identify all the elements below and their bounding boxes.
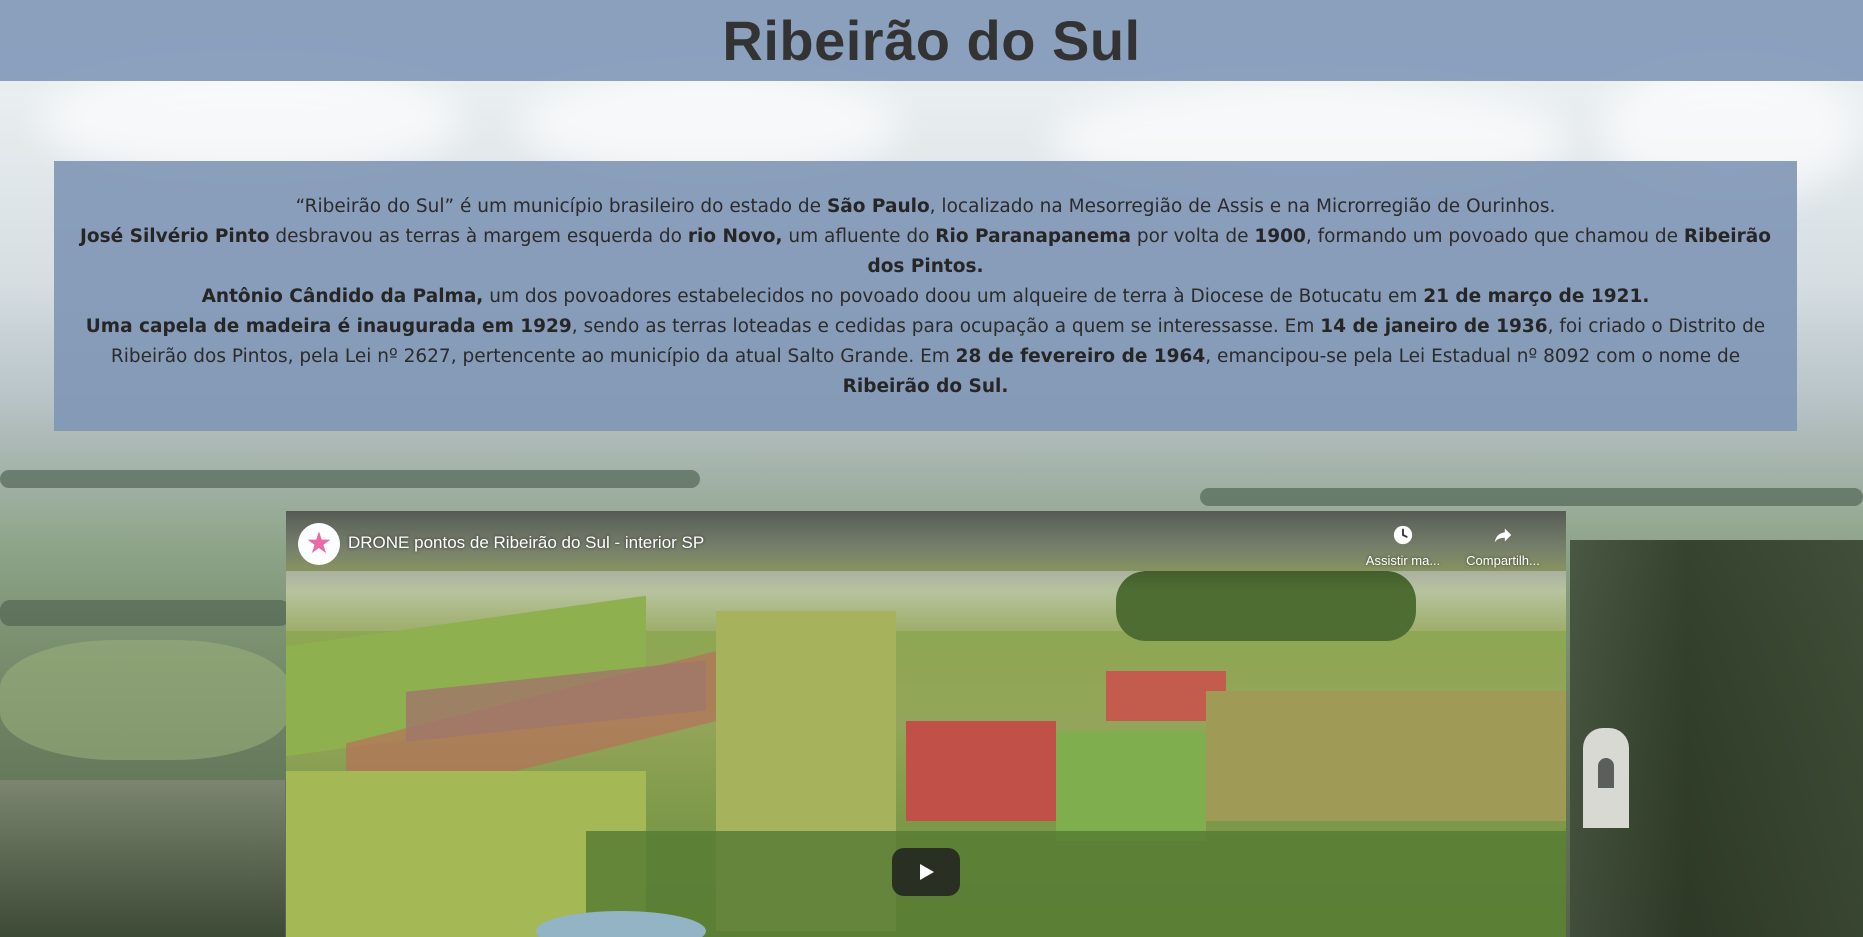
history-text: , localizado na Mesorregião de Assis e n… bbox=[929, 196, 1556, 217]
play-icon bbox=[920, 864, 934, 880]
history-text: , formando um povoado que chamou de bbox=[1305, 226, 1684, 247]
history-emphasis: Rio Paranapanema bbox=[935, 226, 1132, 247]
history-text: , sendo as terras loteadas e cedidas par… bbox=[571, 316, 1321, 337]
history-emphasis: 21 de março de 1921. bbox=[1423, 286, 1650, 307]
history-emphasis: Antônio Cândido da Palma, bbox=[201, 286, 484, 307]
pink-star-icon[interactable]: ★ bbox=[298, 523, 340, 565]
watch-later-label: Assistir ma... bbox=[1365, 553, 1441, 568]
watch-later-button[interactable]: Assistir ma... bbox=[1358, 523, 1448, 568]
history-emphasis: 1900 bbox=[1254, 226, 1306, 247]
share-arrow-icon bbox=[1491, 523, 1515, 547]
history-text: por volta de bbox=[1131, 226, 1255, 247]
history-text: , emancipou-se pela Lei Estadual nº 8092… bbox=[1205, 346, 1741, 367]
history-emphasis: rio Novo, bbox=[687, 226, 783, 247]
page-title: Ribeirão do Sul bbox=[722, 9, 1141, 72]
clock-icon bbox=[1391, 523, 1415, 547]
share-button[interactable]: Compartilh... bbox=[1458, 523, 1548, 568]
video-title[interactable]: DRONE pontos de Ribeirão do Sul - interi… bbox=[348, 533, 704, 553]
history-text: um dos povoadores estabelecidos no povoa… bbox=[483, 286, 1424, 307]
history-text: “Ribeirão do Sul” é um município brasile… bbox=[295, 196, 827, 217]
history-emphasis: Uma capela de madeira é inaugurada em 19… bbox=[85, 316, 572, 337]
share-label: Compartilh... bbox=[1466, 553, 1540, 568]
history-text: desbravou as terras à margem esquerda do bbox=[269, 226, 688, 247]
history-emphasis: 14 de janeiro de 1936 bbox=[1320, 316, 1548, 337]
history-paragraph: Antônio Cândido da Palma, um dos povoado… bbox=[74, 282, 1777, 312]
history-emphasis: José Silvério Pinto bbox=[80, 226, 270, 247]
history-paragraph: “Ribeirão do Sul” é um município brasile… bbox=[74, 192, 1777, 222]
history-emphasis: Ribeirão do Sul. bbox=[842, 376, 1009, 397]
history-paragraph: Uma capela de madeira é inaugurada em 19… bbox=[74, 312, 1777, 402]
history-panel: “Ribeirão do Sul” é um município brasile… bbox=[54, 161, 1797, 431]
history-emphasis: 28 de fevereiro de 1964 bbox=[955, 346, 1206, 367]
church-tower bbox=[1583, 728, 1629, 828]
houses-left bbox=[0, 780, 285, 937]
history-text: um afluente do bbox=[782, 226, 936, 247]
history-paragraph: José Silvério Pinto desbravou as terras … bbox=[74, 222, 1777, 282]
history-emphasis: São Paulo bbox=[826, 196, 930, 217]
site-header: Ribeirão do Sul bbox=[0, 0, 1863, 81]
youtube-embed[interactable]: ★ DRONE pontos de Ribeirão do Sul - inte… bbox=[286, 511, 1566, 937]
play-button[interactable] bbox=[892, 848, 960, 896]
